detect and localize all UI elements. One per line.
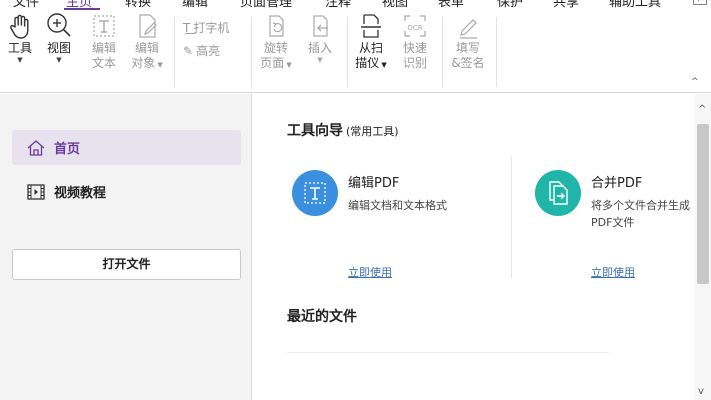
pen-icon xyxy=(460,19,477,39)
chevron-down-icon: ▼ xyxy=(17,56,23,64)
active-tab-indicator xyxy=(64,8,100,10)
ribbon-separator xyxy=(174,17,175,87)
highlighter-icon: ✎ xyxy=(183,43,194,58)
tool-guide-title: 工具向导 xyxy=(287,123,343,139)
fill-sign-button[interactable]: 填写 &签名 xyxy=(448,11,488,71)
nav-video-label: 视频教程 xyxy=(54,186,107,201)
home-icon xyxy=(27,139,45,156)
ribbon-separator xyxy=(251,17,252,87)
sign-label-1: 填写 xyxy=(455,41,480,55)
merge-pdf-use-now-link[interactable]: 立即使用 xyxy=(591,264,635,280)
merge-pdf-icon xyxy=(535,170,581,216)
menu-view[interactable]: 视图 xyxy=(382,0,408,10)
nav-home[interactable]: 首页 xyxy=(12,130,241,165)
sign-label-2: &签名 xyxy=(451,56,485,70)
edit-text-label-1: 编辑 xyxy=(91,41,116,55)
highlight-button[interactable]: ✎ 高亮 xyxy=(183,42,220,59)
menu-edit[interactable]: 编辑 xyxy=(182,0,208,10)
nav-home-label: 首页 xyxy=(54,142,81,157)
chevron-down-icon: ▼ xyxy=(317,56,323,64)
home-content: 工具向导 (常用工具) 编辑PDF 编辑文档和文本格式 立即使用 合并PDF 将多… xyxy=(253,94,695,400)
scanner-icon xyxy=(361,14,381,38)
edit-text-label-2: 文本 xyxy=(91,56,116,70)
ribbon-toolbar: 工具 ▼ 视图 ▼ 编辑 文本 编辑 对象 ▼ T͟ 打字机 ✎ 高亮 旋转 页… xyxy=(0,11,711,93)
rotate-label-2: 页面 ▼ xyxy=(258,56,294,73)
typewriter-icon: T͟ xyxy=(183,20,191,35)
menu-share[interactable]: 共享 xyxy=(553,0,579,10)
view-button[interactable]: 视图 ▼ xyxy=(43,11,75,64)
typewriter-label: 打字机 xyxy=(193,21,230,35)
recent-files-divider xyxy=(287,352,609,353)
edit-object-icon xyxy=(139,14,157,38)
open-file-button[interactable]: 打开文件 xyxy=(12,249,241,280)
edit-object-button[interactable]: 编辑 对象 ▼ xyxy=(128,11,166,73)
menu-accessibility[interactable]: 辅助工具 xyxy=(609,0,661,10)
tool-guide-heading: 工具向导 (常用工具) xyxy=(287,120,399,140)
film-icon xyxy=(27,183,45,200)
scanner-label-2: 描仪 ▼ xyxy=(353,56,389,73)
scanner-label-2-text: 描仪 xyxy=(355,56,380,70)
merge-pdf-description: 将多个文件合并生成PDF文件 xyxy=(591,199,690,229)
scanner-label-1: 从扫 xyxy=(358,41,383,55)
left-panel: 首页 视频教程 打开文件 xyxy=(0,94,252,400)
menu-form[interactable]: 表单 xyxy=(438,0,464,10)
quick-ocr-button[interactable]: OCR 快速 识别 xyxy=(398,11,432,71)
edit-object-label-2: 对象 ▼ xyxy=(128,56,166,73)
tool-button[interactable]: 工具 ▼ xyxy=(4,11,36,64)
collapse-ribbon-icon[interactable]: ^ xyxy=(691,77,699,87)
rotate-page-button[interactable]: 旋转 页面 ▼ xyxy=(258,11,294,73)
insert-button[interactable]: 插入 ▼ xyxy=(304,11,336,64)
menu-protect[interactable]: 保护 xyxy=(497,0,523,10)
edit-pdf-icon xyxy=(292,170,338,216)
menu-annotate[interactable]: 注释 xyxy=(325,0,351,10)
ribbon-separator xyxy=(496,17,497,87)
scroll-down-icon[interactable]: v xyxy=(698,386,704,397)
edit-text-icon xyxy=(93,15,115,37)
ocr-label-1: 快速 xyxy=(402,41,427,55)
typewriter-button[interactable]: T͟ 打字机 xyxy=(183,19,229,36)
edit-object-label-2-text: 对象 xyxy=(131,56,156,70)
ribbon-separator xyxy=(442,17,443,87)
rotate-label-1: 旋转 xyxy=(263,41,288,55)
ribbon-expand-icon[interactable]: ▸ xyxy=(693,0,707,5)
chevron-down-icon: ▼ xyxy=(284,61,292,69)
from-scanner-button[interactable]: 从扫 描仪 ▼ xyxy=(353,11,389,73)
svg-text:OCR: OCR xyxy=(407,24,422,32)
nav-video-tutorial[interactable]: 视频教程 xyxy=(12,174,241,209)
recent-files-heading: 最近的文件 xyxy=(287,309,357,325)
edit-object-label-1: 编辑 xyxy=(134,41,159,55)
edit-pdf-use-now-link[interactable]: 立即使用 xyxy=(348,264,392,280)
menu-page-manage[interactable]: 页面管理 xyxy=(240,0,292,10)
insert-page-icon xyxy=(313,15,328,37)
menu-convert[interactable]: 转换 xyxy=(125,0,151,10)
card-divider xyxy=(511,156,512,278)
rotate-page-icon xyxy=(269,15,284,37)
highlight-label: 高亮 xyxy=(196,44,221,58)
hand-icon xyxy=(10,14,29,39)
insert-label: 插入 xyxy=(307,41,332,55)
tool-guide-subtitle: (常用工具) xyxy=(346,125,399,138)
scroll-up-icon[interactable]: ^ xyxy=(698,104,706,115)
vertical-scrollbar[interactable]: ^ v xyxy=(695,94,711,400)
merge-pdf-title: 合并PDF xyxy=(591,176,643,191)
edit-text-button[interactable]: 编辑 文本 xyxy=(88,11,120,71)
ocr-label-2: 识别 xyxy=(402,56,427,70)
menu-file[interactable]: 文件 xyxy=(13,0,39,10)
ocr-icon: OCR xyxy=(404,15,426,37)
tool-label: 工具 xyxy=(7,41,32,55)
edit-pdf-title: 编辑PDF xyxy=(348,176,400,191)
scrollbar-thumb[interactable] xyxy=(697,124,709,284)
chevron-down-icon: ▼ xyxy=(155,61,163,69)
view-label: 视图 xyxy=(46,41,71,55)
chevron-down-icon: ▼ xyxy=(56,56,62,64)
edit-pdf-description: 编辑文档和文本格式 xyxy=(348,199,447,212)
zoom-icon xyxy=(47,13,71,37)
menu-bar: 文件 主页 转换 编辑 页面管理 注释 视图 表单 保护 共享 辅助工具 ▸ xyxy=(0,0,711,11)
rotate-label-2-text: 页面 xyxy=(260,56,285,70)
chevron-down-icon: ▼ xyxy=(379,61,387,69)
ribbon-separator xyxy=(347,17,348,87)
